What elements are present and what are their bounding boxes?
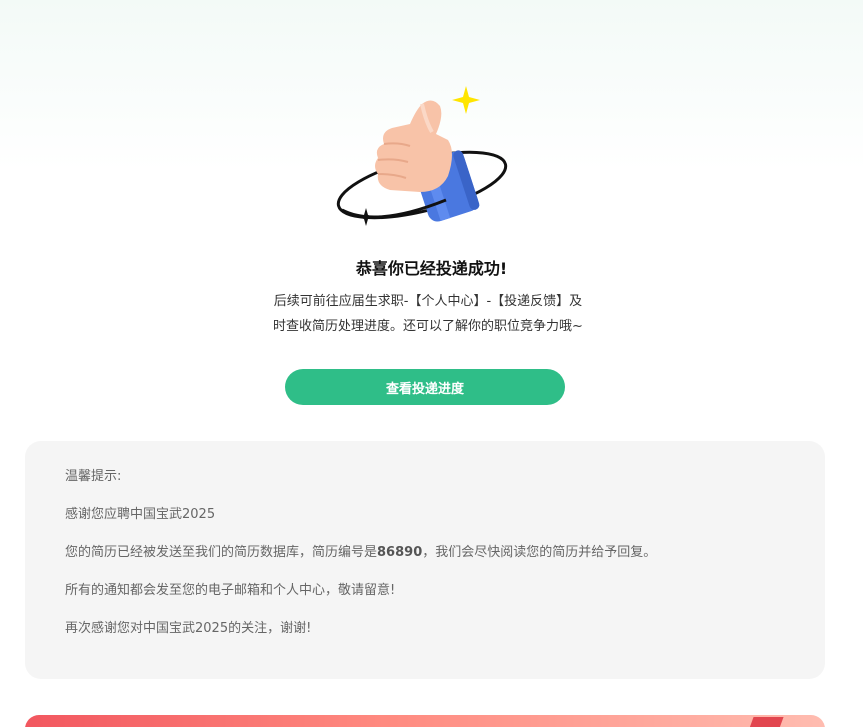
success-desc-line1: 后续可前往应届生求职-【个人中心】-【投递反馈】及 — [273, 294, 583, 309]
notice-line-notify: 所有的通知都会发至您的电子邮箱和个人中心，敬请留意! — [65, 583, 396, 598]
thumbs-up-icon — [336, 86, 508, 226]
notice-resume-prefix: 您的简历已经被发送至我们的简历数据库，简历编号是 — [65, 545, 378, 560]
notice-line-resume: 您的简历已经被发送至我们的简历数据库，简历编号是86890，我们会尽快阅读您的简… — [65, 543, 785, 563]
promo-banner[interactable] — [25, 715, 825, 727]
resume-number: 86890 — [377, 545, 423, 560]
notice-resume-suffix: ，我们会尽快阅读您的简历并给予回复。 — [422, 545, 657, 560]
success-title: 恭喜你已经投递成功! — [355, 259, 508, 278]
success-description: 后续可前往应届生求职-【个人中心】-【投递反馈】及 时查收简历处理进度。还可以了… — [250, 289, 606, 339]
notice-card: 温馨提示: 感谢您应聘中国宝武2025 您的简历已经被发送至我们的简历数据库，简… — [25, 441, 825, 679]
notice-line-closing: 再次感谢您对中国宝武2025的关注，谢谢! — [65, 621, 312, 636]
notice-title: 温馨提示: — [65, 469, 122, 484]
notice-line-thanks: 感谢您应聘中国宝武2025 — [65, 507, 216, 522]
sparkle-icon — [452, 86, 480, 114]
page: 恭喜你已经投递成功! 后续可前往应届生求职-【个人中心】-【投递反馈】及 时查收… — [0, 0, 863, 727]
view-progress-button[interactable]: 查看投递进度 — [285, 369, 565, 405]
success-desc-line2: 时查收简历处理进度。还可以了解你的职位竞争力哦~ — [273, 319, 583, 334]
flag-icon — [748, 717, 784, 727]
